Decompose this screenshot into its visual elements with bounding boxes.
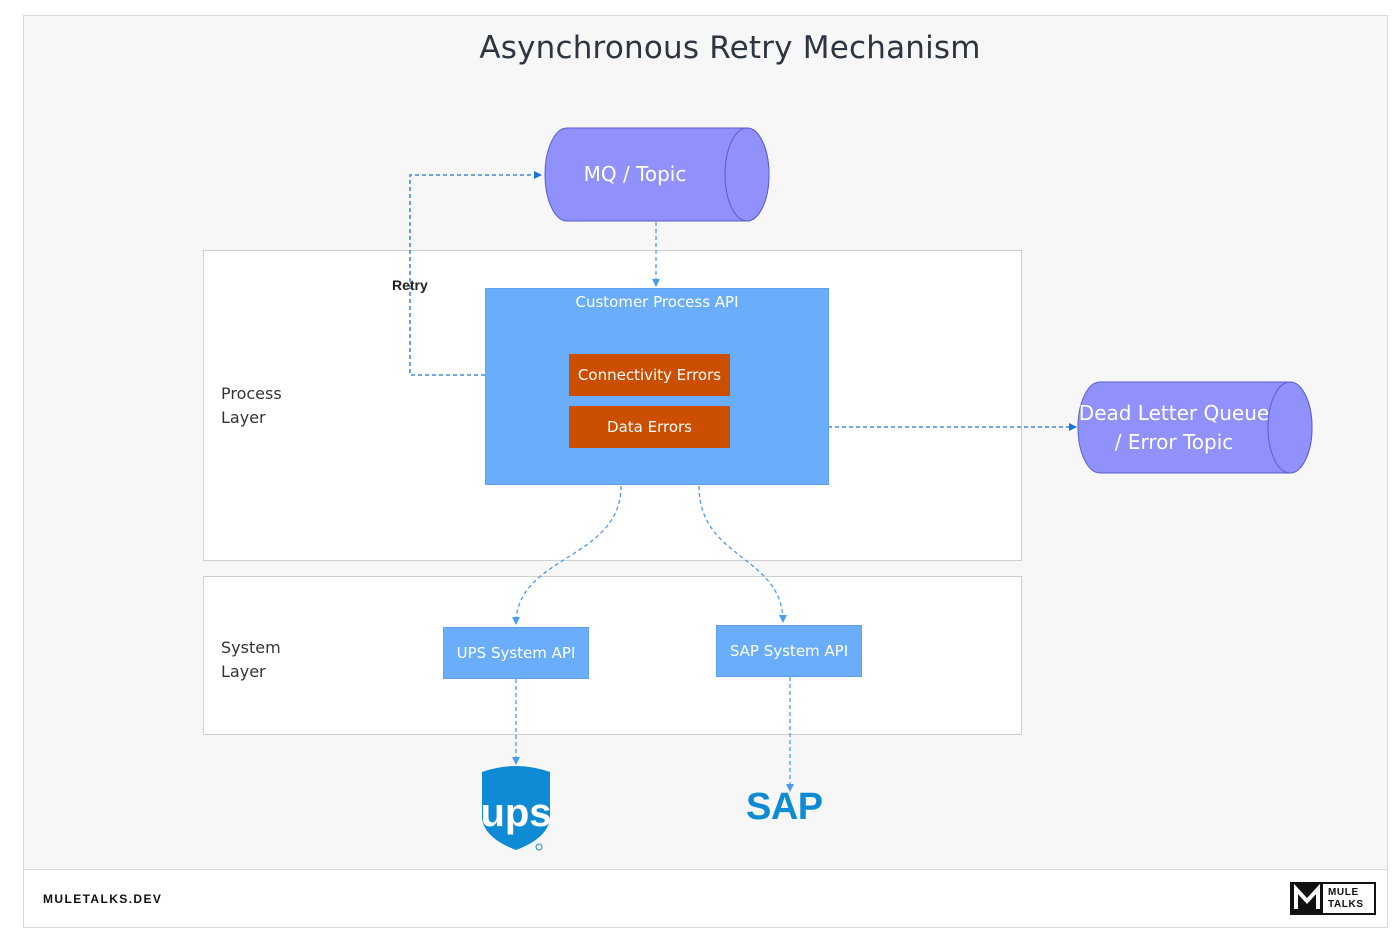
connectivity-errors-box: Connectivity Errors [569,354,730,396]
mq-label: MQ / Topic [583,162,687,186]
muletalks-m-icon [1292,883,1323,913]
dlq-label: Dead Letter Queue / Error Topic [1078,399,1270,457]
muletalks-logo: MULE TALKS [1290,882,1376,915]
dlq-label-line1: Dead Letter Queue [1078,401,1270,425]
process-to-sap-connector [698,485,787,623]
muletalks-logo-line2: TALKS [1328,899,1364,910]
dlq-label-line2: / Error Topic [1114,430,1234,454]
muletalks-logo-text: MULE TALKS [1328,887,1364,911]
data-errors-box: Data Errors [569,406,730,448]
ups-logo-text: ups [480,791,551,835]
sap-system-api: SAP System API [716,625,862,677]
sap-logo: SAP [746,786,823,828]
retry-label: Retry [392,277,428,293]
footer-site-label: MULETALKS.DEV [43,892,163,906]
process-to-ups-connector [512,485,622,625]
muletalks-logo-line1: MULE [1328,887,1359,898]
customer-process-api-label: Customer Process API [575,293,739,311]
ups-system-api: UPS System API [443,627,589,679]
ups-shield-icon: ups [480,766,552,851]
